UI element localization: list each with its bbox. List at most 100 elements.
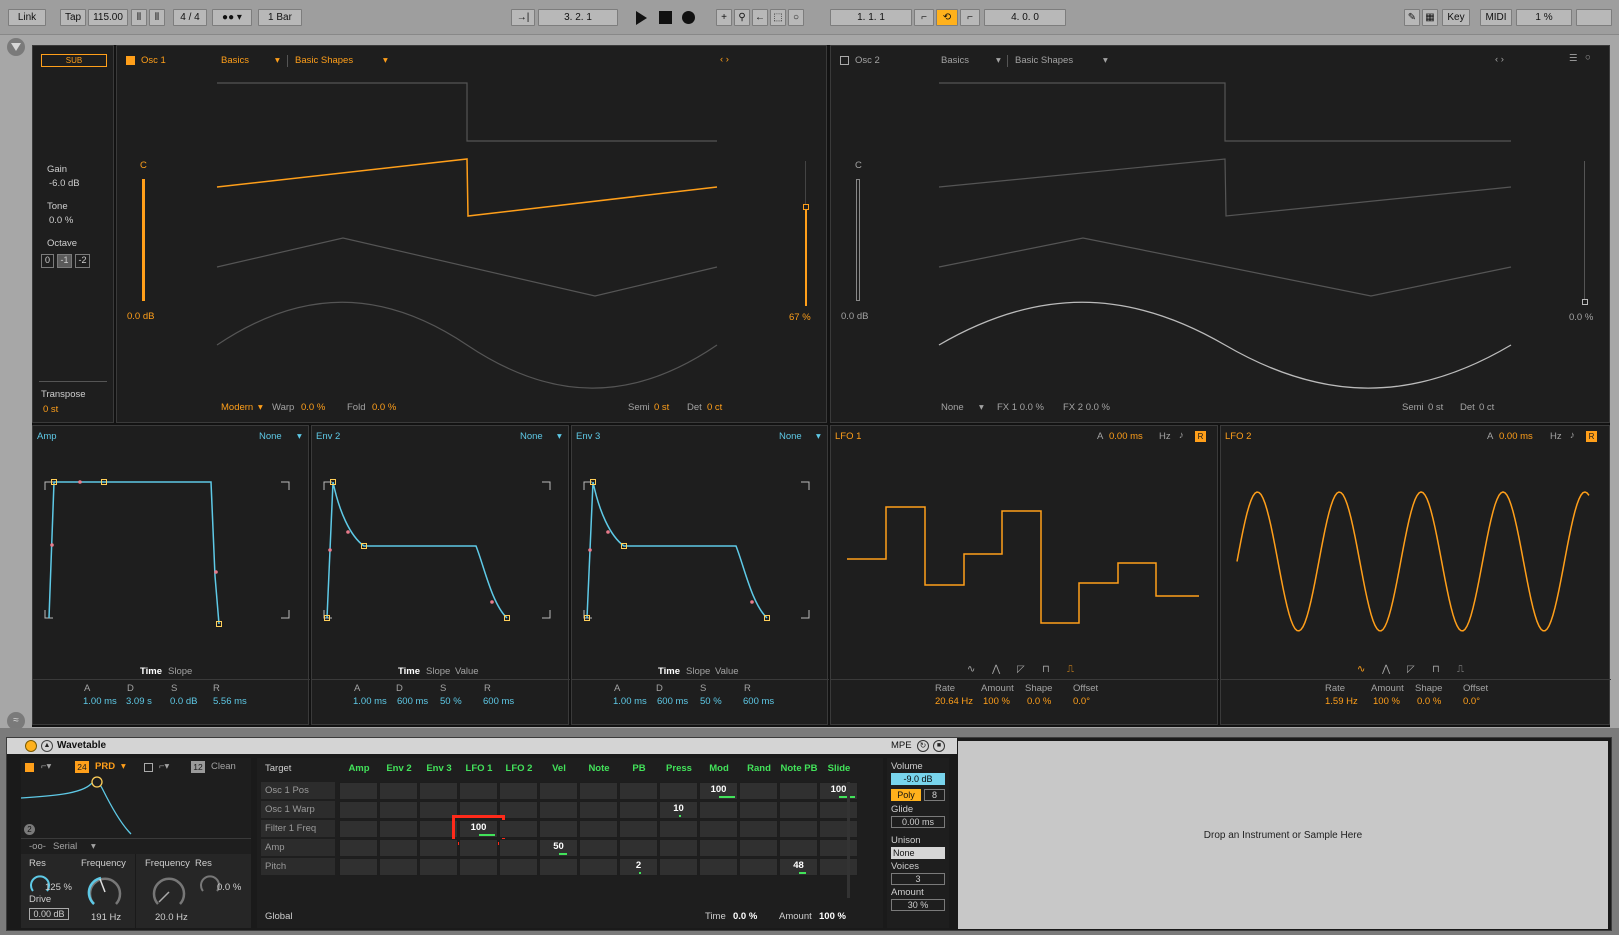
osc2-position-handle[interactable]: [1582, 299, 1588, 305]
lfo2-shape-triangle-icon[interactable]: ⋀: [1382, 664, 1390, 675]
matrix-cell[interactable]: [419, 820, 458, 838]
amp-envelope-slope-tab[interactable]: Slope: [168, 666, 192, 677]
osc1-fold-value[interactable]: 0.0 %: [372, 402, 396, 413]
filter1-freq-knob[interactable]: [87, 874, 123, 910]
matrix-cell[interactable]: 48: [779, 858, 818, 876]
matrix-cell[interactable]: [499, 782, 538, 800]
lfo1-attack-value[interactable]: 0.00 ms: [1109, 431, 1143, 442]
osc1-wavetable-select[interactable]: Basic Shapes: [295, 55, 353, 66]
matrix-cell[interactable]: [499, 839, 538, 857]
osc2-semi-value[interactable]: 0 st: [1428, 402, 1443, 413]
matrix-cell[interactable]: [459, 782, 498, 800]
midi-map-button[interactable]: MIDI: [1480, 9, 1512, 26]
osc1-category-chevron-icon[interactable]: ▾: [275, 55, 280, 66]
osc1-prev-next-icon[interactable]: ‹ ›: [720, 54, 729, 65]
osc2-effect-mode-chevron-icon[interactable]: ▾: [979, 402, 984, 413]
osc2-wavetable-select[interactable]: Basic Shapes: [1015, 55, 1073, 66]
matrix-cell[interactable]: [739, 858, 778, 876]
quantize-select[interactable]: 1 Bar: [258, 9, 302, 26]
matrix-cell[interactable]: [539, 782, 578, 800]
matrix-target-osc-1-pos[interactable]: Osc 1 Pos: [261, 782, 335, 799]
matrix-cell[interactable]: [739, 820, 778, 838]
matrix-cell[interactable]: [459, 801, 498, 819]
matrix-cell[interactable]: [419, 801, 458, 819]
loop-switch-icon[interactable]: ⟲: [936, 9, 958, 26]
punch-in-icon[interactable]: ⌐: [914, 9, 934, 26]
matrix-cell[interactable]: [619, 801, 658, 819]
filter1-type-icon[interactable]: ⌐▾: [41, 761, 51, 772]
matrix-cell[interactable]: [419, 839, 458, 857]
matrix-cell[interactable]: [619, 782, 658, 800]
session-record-icon[interactable]: ○: [788, 9, 804, 26]
hot-swap-icon[interactable]: ↻: [917, 740, 929, 752]
osc1-effect-mode-select[interactable]: Modern: [221, 402, 253, 413]
matrix-cell[interactable]: [619, 820, 658, 838]
filter2-freq-knob[interactable]: [151, 874, 187, 910]
filter1-res-value[interactable]: 125 %: [45, 882, 72, 893]
matrix-cell[interactable]: [339, 820, 378, 838]
matrix-cell[interactable]: [419, 782, 458, 800]
filter1-circuit-chevron-icon[interactable]: ▾: [121, 761, 126, 772]
env3-sustain-value[interactable]: 50 %: [700, 696, 722, 707]
lfo1-shape-sine-icon[interactable]: ∿: [967, 664, 975, 675]
filter-routing-chevron-icon[interactable]: ▾: [91, 841, 96, 852]
osc1-wavetable-chevron-icon[interactable]: ▾: [383, 55, 388, 66]
play-icon[interactable]: [636, 11, 647, 25]
matrix-cell[interactable]: [499, 858, 538, 876]
osc2-category-chevron-icon[interactable]: ▾: [996, 55, 1001, 66]
filter2-freq-value[interactable]: 20.0 Hz: [155, 912, 188, 923]
lfo1-sync-note-icon[interactable]: ♪: [1179, 430, 1184, 441]
device-fold-icon[interactable]: ▲: [41, 740, 53, 752]
matrix-target-osc-1-warp[interactable]: Osc 1 Warp: [261, 801, 335, 818]
matrix-cell[interactable]: [659, 839, 698, 857]
filter2-circuit-select[interactable]: Clean: [211, 761, 236, 772]
matrix-target-filter-1-freq[interactable]: Filter 1 Freq: [261, 820, 335, 837]
lfo1-shape-square-icon[interactable]: ⊓: [1042, 664, 1050, 675]
matrix-cell[interactable]: [539, 801, 578, 819]
matrix-cell[interactable]: [779, 839, 818, 857]
filter1-circuit-select[interactable]: PRD: [95, 761, 115, 772]
volume-value[interactable]: -9.0 dB: [891, 773, 945, 785]
matrix-cell[interactable]: [339, 782, 378, 800]
env3-slope-tab[interactable]: Slope: [686, 666, 710, 677]
octave-minus2-button[interactable]: -2: [75, 254, 90, 268]
osc1-warp-value[interactable]: 0.0 %: [301, 402, 325, 413]
lfo2-shape-random-icon[interactable]: ⎍: [1457, 664, 1464, 675]
tempo-field[interactable]: 115.00: [88, 9, 128, 26]
matrix-cell[interactable]: [579, 820, 618, 838]
amp-release-value[interactable]: 5.56 ms: [213, 696, 247, 707]
matrix-cell[interactable]: 10: [659, 801, 698, 819]
matrix-cell[interactable]: 100: [452, 815, 505, 845]
tap-button[interactable]: Tap: [60, 9, 86, 26]
matrix-time-value[interactable]: 0.0 %: [733, 911, 757, 922]
record-icon[interactable]: [682, 11, 695, 24]
filter1-drive-value[interactable]: 0.00 dB: [29, 908, 69, 920]
matrix-target-pitch[interactable]: Pitch: [261, 858, 335, 875]
lfo2-shape-value[interactable]: 0.0 %: [1417, 696, 1441, 707]
env2-time-tab[interactable]: Time: [398, 666, 420, 677]
octave-0-button[interactable]: 0: [41, 254, 54, 268]
env2-value-tab[interactable]: Value: [455, 666, 479, 677]
matrix-cell[interactable]: 50: [539, 839, 578, 857]
follow-icon[interactable]: →|: [511, 9, 535, 26]
env2-slope-tab[interactable]: Slope: [426, 666, 450, 677]
sub-toggle-button[interactable]: SUB: [41, 54, 107, 67]
punch-out-icon[interactable]: ⌐: [960, 9, 980, 26]
draw-mode-icon[interactable]: ✎: [1404, 9, 1420, 26]
env2-attack-value[interactable]: 1.00 ms: [353, 696, 387, 707]
osc1-position-handle[interactable]: [803, 204, 809, 210]
osc1-semi-value[interactable]: 0 st: [654, 402, 669, 413]
lfo1-hz-button[interactable]: Hz: [1159, 431, 1171, 442]
poly-voices-select[interactable]: 8: [924, 789, 945, 801]
filter-routing-select[interactable]: Serial: [53, 841, 77, 852]
amp-sustain-value[interactable]: 0.0 dB: [170, 696, 197, 707]
env3-decay-value[interactable]: 600 ms: [657, 696, 688, 707]
matrix-cell[interactable]: [659, 782, 698, 800]
filter1-toggle[interactable]: [25, 763, 34, 772]
matrix-cell[interactable]: [619, 839, 658, 857]
sub-gain-value[interactable]: -6.0 dB: [49, 178, 80, 189]
matrix-cell[interactable]: [659, 820, 698, 838]
instrument-drop-zone[interactable]: Drop an Instrument or Sample Here: [958, 741, 1608, 929]
matrix-cell[interactable]: [459, 858, 498, 876]
back-to-arrangement-icon[interactable]: ←: [752, 9, 768, 26]
